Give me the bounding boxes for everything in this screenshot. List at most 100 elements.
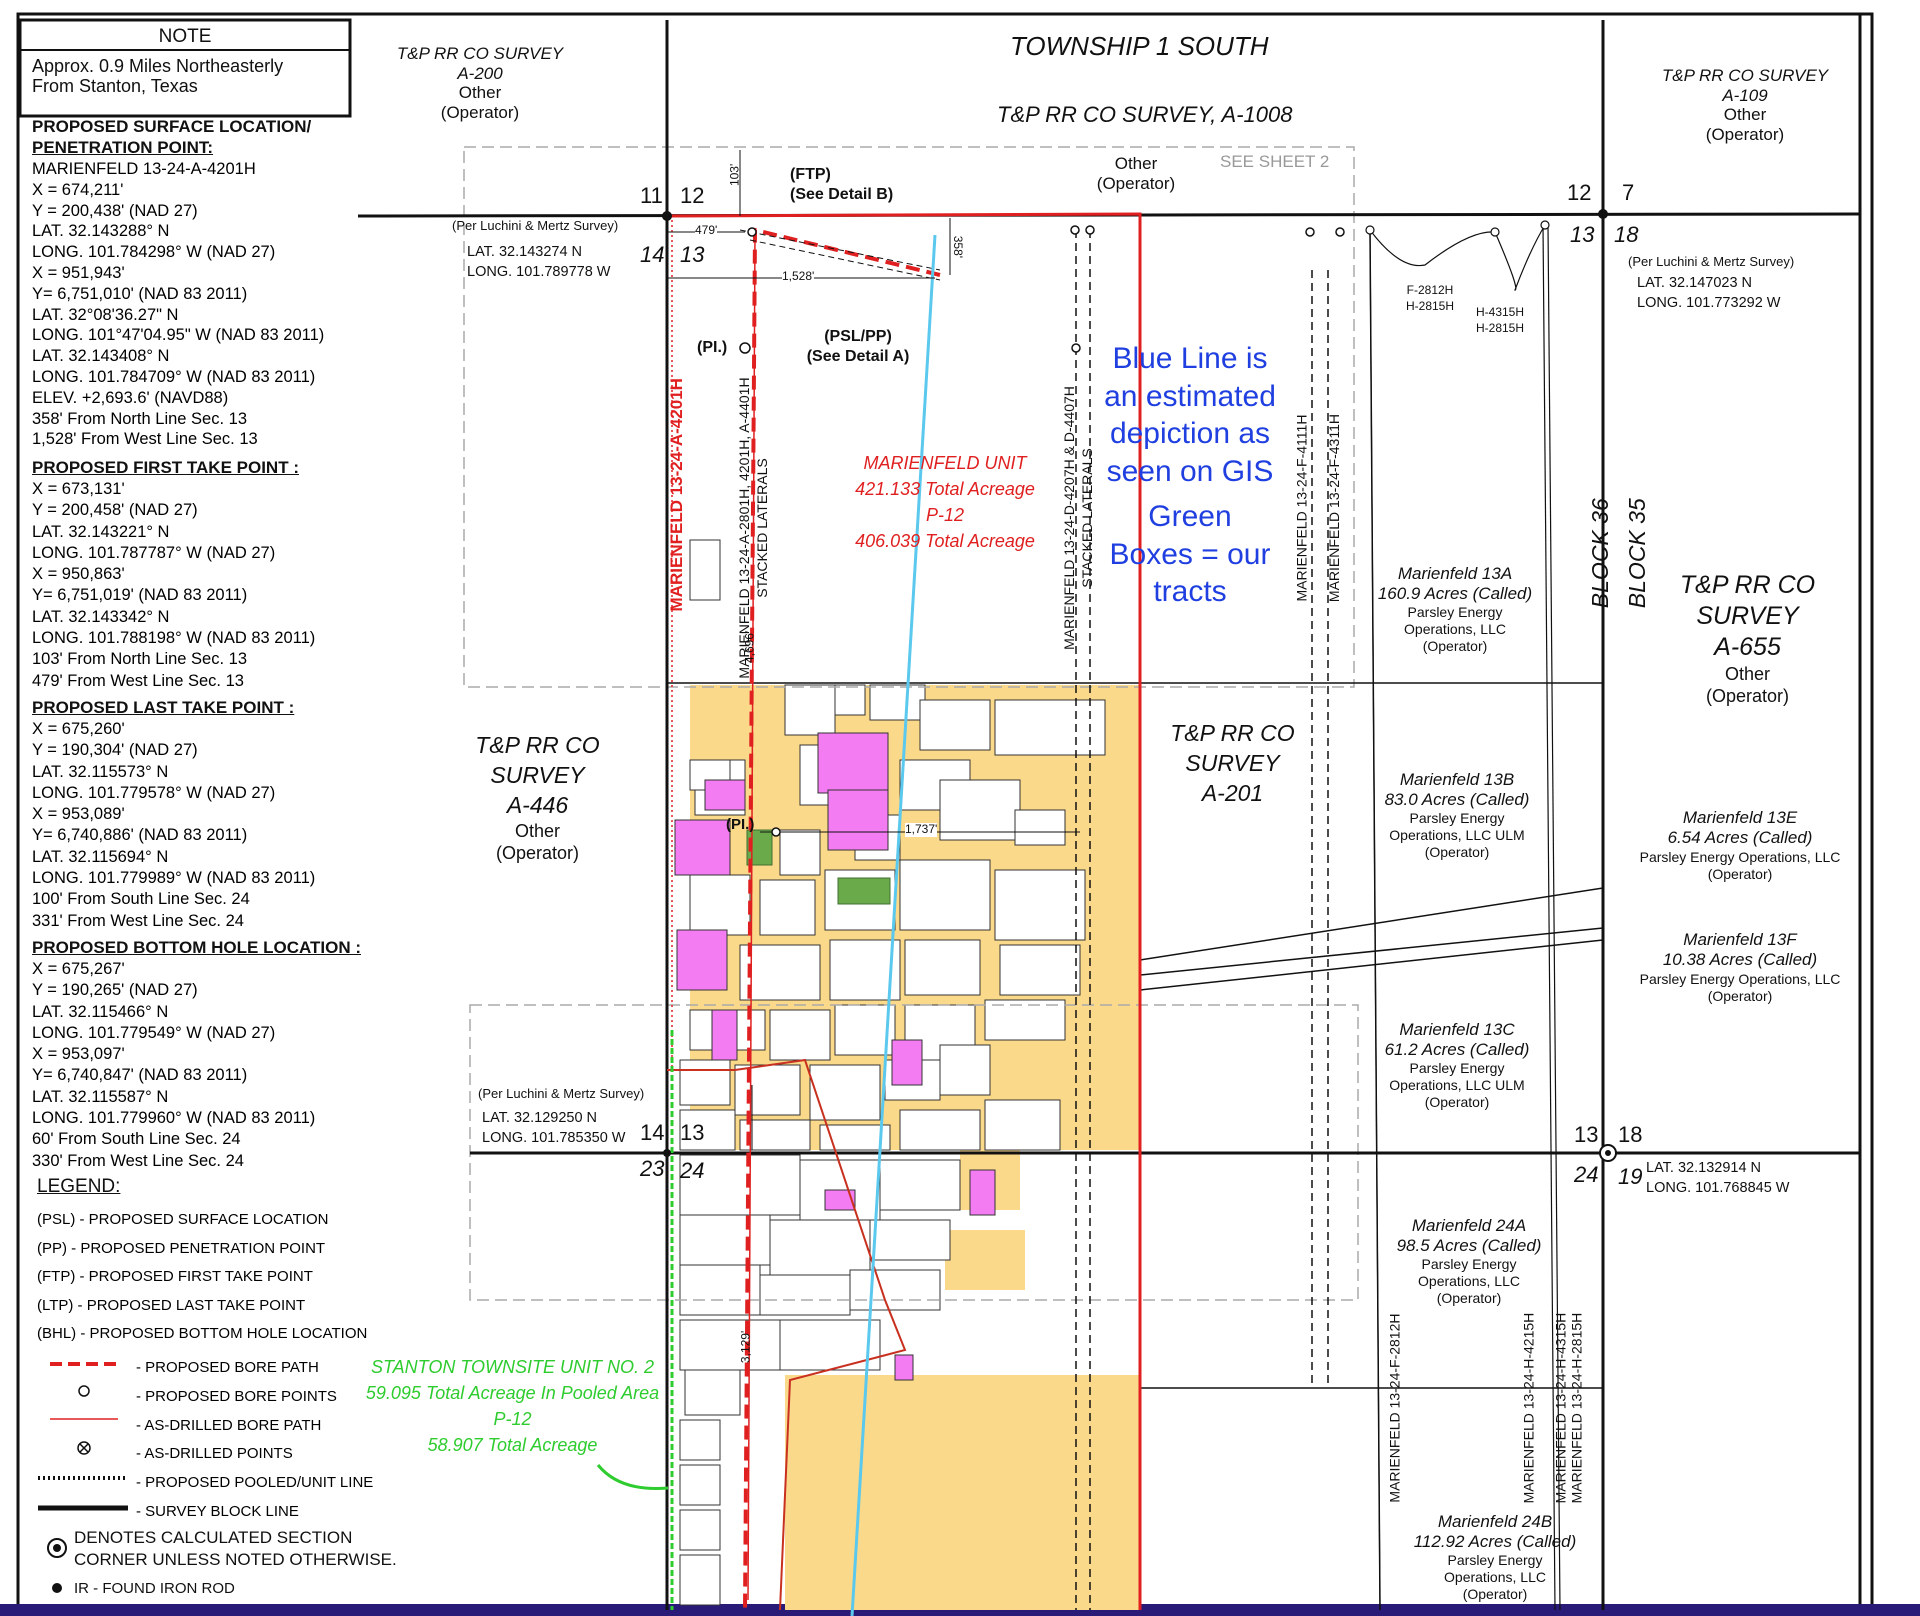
psl-line: LAT. 32°08'36.27" N: [32, 305, 179, 324]
ltp-line: Y = 190,304' (NAD 27): [32, 741, 198, 760]
bhl-line: 60' From South Line Sec. 24: [32, 1130, 241, 1149]
ftp-line: 479' From West Line Sec. 13: [32, 671, 244, 690]
bhl-line: X = 953,097': [32, 1045, 125, 1064]
sec-12-right: 12: [1567, 180, 1592, 205]
ltp-line: LAT. 32.115573° N: [32, 762, 169, 781]
legend-item: - AS-DRILLED POINTS: [136, 1445, 293, 1463]
ltp-line: X = 675,260': [32, 720, 125, 738]
sec-14-lower: 14: [640, 1120, 665, 1145]
psl-line: 358' From North Line Sec. 13: [32, 409, 248, 428]
as-drilled-points: [1365, 220, 1550, 237]
dim-1528: 1,528': [782, 269, 815, 284]
ftp-line: 103' From North Line Sec. 13: [32, 650, 248, 669]
survey-a109: T&P RR CO SURVEY A-109 Other (Operator): [1661, 66, 1829, 144]
ltp-heading: PROPOSED LAST TAKE POINT :: [32, 698, 295, 717]
sec-19: 19: [1618, 1164, 1643, 1189]
ftp-line: X = 673,131': [32, 480, 125, 498]
block-36-label: BLOCK 36: [1586, 498, 1613, 609]
ftp-line: X = 950,863': [32, 565, 125, 584]
ftp-line: LONG. 101.787787° W (NAD 27): [32, 543, 276, 562]
sec-12: 12: [680, 183, 705, 208]
legend-item: - PROPOSED BORE PATH: [136, 1359, 319, 1376]
tract-24b: Marienfeld 24B 112.92 Acres (Called) Parsl…: [1413, 1512, 1577, 1602]
block-35-label: BLOCK 35: [1623, 498, 1650, 609]
bhl-lines: X = 675,267' Y = 190,265' (NAD 27) LAT. 32…: [32, 959, 315, 1172]
psl-line: MARIENFELD 13-24-A-4201H: [32, 160, 256, 178]
ltp-lines: X = 675,260' Y = 190,304' (NAD 27) LAT. 32…: [32, 719, 315, 932]
legend-abbreviations: (PSL) - PROPOSED SURFACE LOCATION (PP) - …: [37, 1206, 367, 1349]
well-f4111-label: MARIENFELD 13-24-F-4111H: [1293, 414, 1310, 602]
sec-13-lower-right: 13: [1574, 1122, 1599, 1147]
ftp-line: LAT. 32.143342° N: [32, 607, 170, 626]
luchini-tl-coords: LAT. 32.143274 N LONG. 101.789778 W: [467, 244, 611, 280]
tract-13a: Marienfeld 13A 160.9 Acres (Called) Parsle…: [1377, 564, 1533, 654]
ltp-line: LONG. 101.779989° W (NAD 83 2011): [32, 869, 316, 888]
marienfeld-unit-label: MARIENFELD UNIT 421.133 Total Acreage P-12…: [855, 453, 1035, 551]
bhl-line: X = 675,267': [32, 960, 125, 978]
sec-24-right: 24: [1574, 1162, 1599, 1187]
dim-3129: 3,129': [738, 1330, 753, 1364]
legend-items: - PROPOSED BORE PATH - PROPOSED BORE POIN…: [136, 1354, 373, 1527]
legend-title: LEGEND:: [37, 1176, 121, 1197]
dim-479: 479': [695, 223, 718, 238]
note-line-2: From Stanton, Texas: [32, 76, 198, 96]
psl-line: LONG. 101.784709° W (NAD 83 2011): [32, 367, 316, 386]
ftp-line: LAT. 32.143221° N: [32, 522, 170, 541]
luchini-tl-title: (Per Luchini & Mertz Survey): [452, 218, 619, 233]
sec-24: 24: [680, 1158, 705, 1183]
psl-line: X = 674,211': [32, 180, 124, 199]
well-f4311-label: MARIENFELD 13-24-F-4311H: [1325, 414, 1342, 603]
psl-line: Y = 200,438' (NAD 27): [32, 201, 198, 220]
ltp-line: X = 953,089': [32, 805, 125, 824]
tract-13f: Marienfeld 13F 10.38 Acres (Called) Parsle…: [1639, 930, 1841, 1004]
tract-13b: Marienfeld 13B 83.0 Acres (Called) Parsley…: [1384, 770, 1530, 860]
bhl-heading: PROPOSED BOTTOM HOLE LOCATION :: [32, 938, 361, 957]
sec-18: 18: [1614, 222, 1639, 247]
psl-line: Y= 6,751,010' (NAD 83 2011): [32, 284, 248, 303]
gis-note: Blue Line is an estimated depiction as seen…: [1104, 342, 1276, 608]
ftp-lines: X = 673,131' Y = 200,458' (NAD 27) LAT. 32…: [32, 479, 315, 692]
bhl-line: LONG. 101.779549° W (NAD 27): [32, 1023, 276, 1042]
legend-calc-1: DENOTES CALCULATED SECTION: [74, 1528, 353, 1547]
legend-abbr: (LTP) - PROPOSED LAST TAKE POINT: [37, 1296, 306, 1314]
ftp-line: LONG. 101.788198° W (NAD 83 2011): [32, 629, 316, 648]
note-title: NOTE: [158, 26, 212, 47]
note-line-1: Approx. 0.9 Miles Northeasterly: [32, 56, 284, 76]
f2812-tag: F-2812H H-2815H: [1405, 283, 1455, 313]
psl-line: ELEV. +2,693.6' (NAVD88): [32, 388, 229, 407]
well-h4315-label: MARIENFELD 13-24-H-4315H: [1552, 1312, 1569, 1504]
ftp-line: Y = 200,458' (NAD 27): [32, 501, 198, 520]
well-stack1-label: MARIENFELD 13-24-A-2801H, 4201H, A-4401H…: [736, 377, 770, 679]
tract-24a: Marienfeld 24A 98.5 Acres (Called) Parsley…: [1396, 1216, 1542, 1306]
pi-label-lower: (PI.): [726, 816, 755, 833]
psl-heading-1: PROPOSED SURFACE LOCATION/: [32, 117, 312, 136]
legend-iron-rod: IR - FOUND IRON ROD: [74, 1580, 235, 1597]
sec-14: 14: [640, 242, 665, 267]
well-main-label: MARIENFELD 13-24-A-4201H: [666, 378, 686, 612]
sec-11: 11: [640, 183, 663, 208]
survey-a655: T&P RR CO SURVEY A-655 Other (Operator): [1679, 571, 1816, 706]
pi-label-upper: (PI.): [697, 339, 728, 356]
psl-label: (PSL/PP) (See Detail A): [806, 328, 910, 365]
legend-item: - PROPOSED POOLED/UNIT LINE: [136, 1474, 374, 1492]
h4315-tag: H-4315H H-2815H: [1475, 305, 1525, 335]
sec-18-lower: 18: [1618, 1122, 1643, 1147]
dim-358: 358': [951, 235, 966, 259]
survey-a200: T&P RR CO SURVEY A-200 Other (Operator): [396, 44, 564, 122]
psl-heading-2: PENETRATION POINT:: [32, 138, 214, 157]
stanton-arrow: [596, 1464, 669, 1491]
psl-line: LONG. 101.784298° W (NAD 27): [32, 243, 276, 262]
ftp-line: Y= 6,751,019' (NAD 83 2011): [32, 586, 248, 605]
psl-line: LAT. 32.143408° N: [32, 347, 170, 366]
legend-calc-2: CORNER UNLESS NOTED OTHERWISE.: [74, 1550, 397, 1569]
psl-line: LONG. 101°47'04.95" W (NAD 83 2011): [32, 326, 325, 345]
well-f2812-label: MARIENFELD 13-24-F-2812H: [1386, 1313, 1403, 1503]
bhl-line: 330' From West Line Sec. 24: [32, 1151, 244, 1170]
legend-abbr: (BHL) - PROPOSED BOTTOM HOLE LOCATION: [37, 1325, 368, 1342]
ltp-line: 100' From South Line Sec. 24: [32, 890, 250, 909]
luchini-bl-coords: LAT. 32.129250 N LONG. 101.785350 W: [482, 1110, 626, 1146]
psl-line: 1,528' From West Line Sec. 13: [32, 430, 258, 449]
psl-line: X = 951,943': [32, 263, 125, 282]
legend-abbr: (PP) - PROPOSED PENETRATION POINT: [37, 1239, 326, 1257]
latlong-br: LAT. 32.132914 N LONG. 101.768845 W: [1646, 1160, 1790, 1196]
